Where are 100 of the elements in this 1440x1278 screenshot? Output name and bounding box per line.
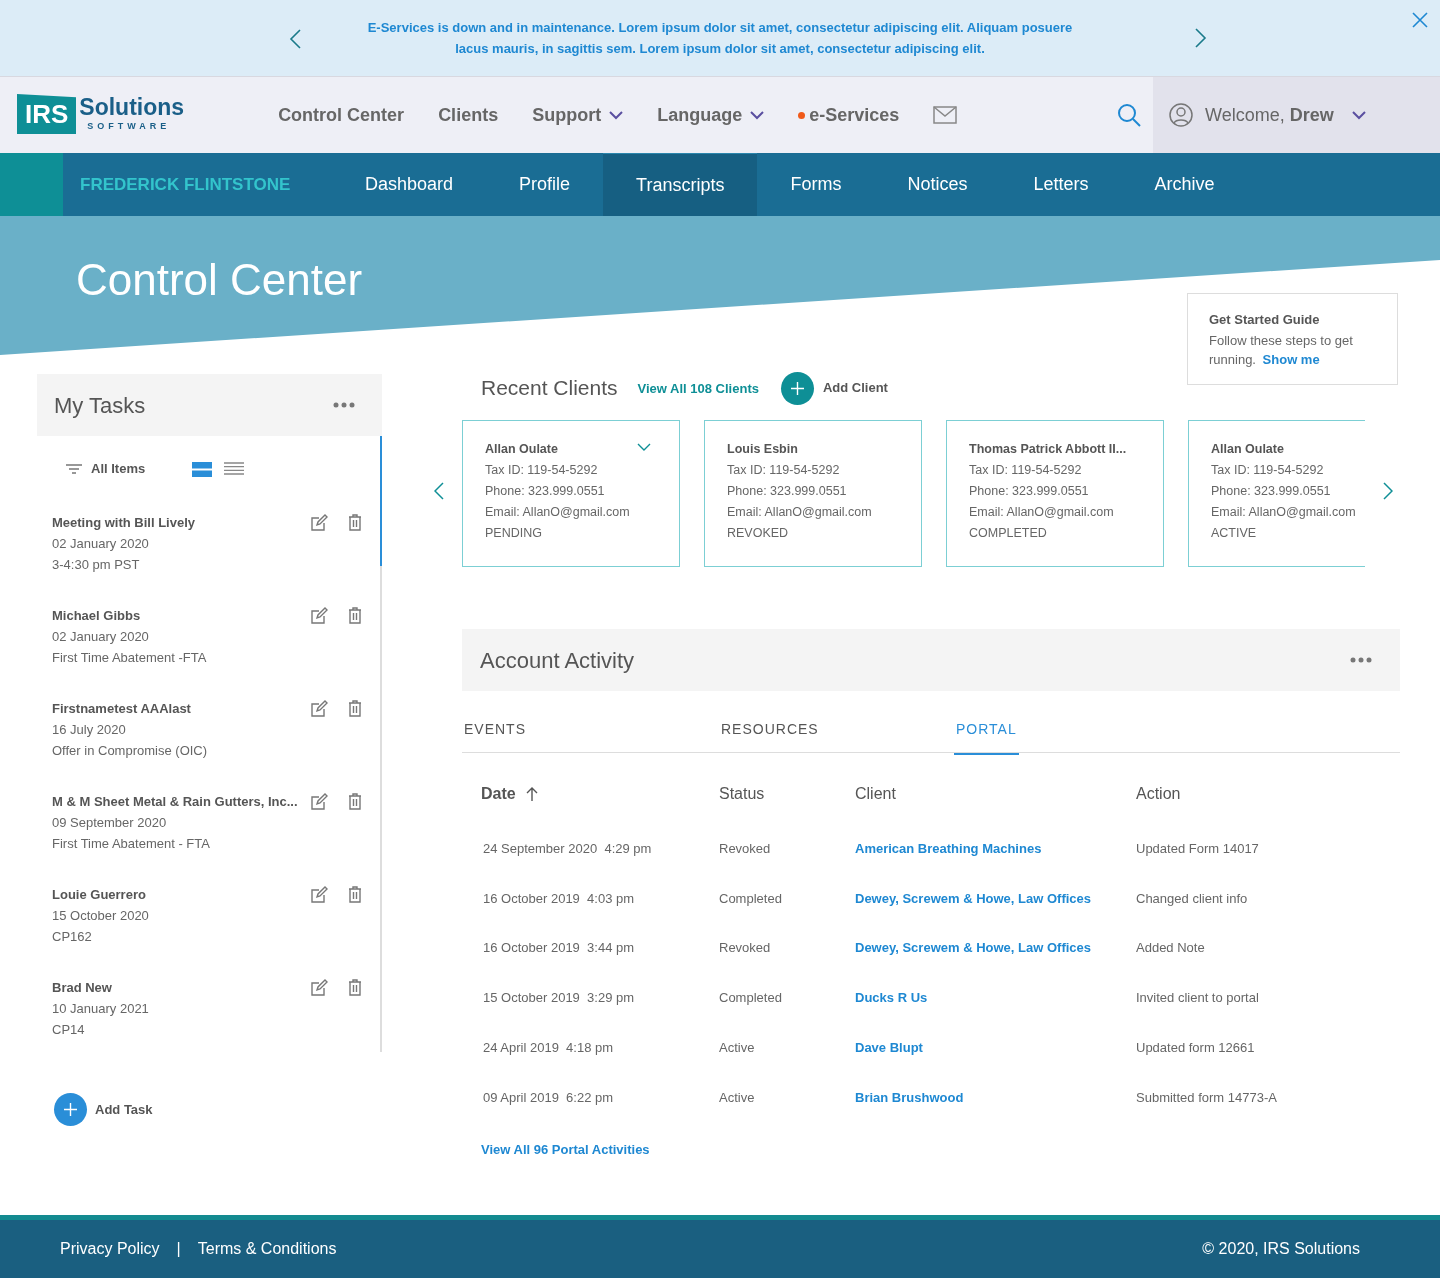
- chevron-left-icon[interactable]: [289, 29, 301, 49]
- table-cell-text: Completed: [719, 989, 783, 1008]
- menu-item[interactable]: Clients: [438, 101, 499, 129]
- table-cell-text: Invited client to portal: [1136, 989, 1260, 1008]
- table-cell-text: 15 October 2019 3:29 pm: [482, 989, 636, 1008]
- nav-tab[interactable]: Forms: [757, 153, 875, 216]
- client-link[interactable]: Dewey, Screwem & Howe, Law Offices: [855, 938, 1136, 958]
- menu-item[interactable]: Control Center: [278, 101, 405, 129]
- client-phone: Phone: 323.999.0551: [969, 483, 1089, 500]
- chevron-down-icon: [609, 110, 624, 120]
- view-all-activities-link[interactable]: View All 96 Portal Activities: [481, 1140, 1400, 1160]
- footer-link[interactable]: Privacy Policy: [60, 1237, 160, 1261]
- page-title: Control Center: [76, 254, 363, 306]
- activity-tab[interactable]: RESOURCES: [719, 719, 821, 755]
- edit-icon[interactable]: [310, 700, 328, 718]
- table-cell-text: 24 September 2020 4:29 pm: [482, 840, 653, 859]
- column-header[interactable]: Date: [481, 782, 516, 806]
- client-card[interactable]: Allan Oulate Tax ID: 119-54-5292 Phone: 323.999.0551 Email: AllanO@gmail.com ACTIVE: [1188, 420, 1365, 567]
- tasks-title: My Tasks: [54, 391, 146, 420]
- table-cell-text: 09 April 2019 6:22 pm: [482, 1088, 615, 1107]
- mail-icon[interactable]: [933, 106, 958, 124]
- task-title: Meeting with Bill Lively: [52, 514, 197, 532]
- trash-icon[interactable]: [348, 514, 362, 531]
- recent-clients-title: Recent Clients: [481, 375, 618, 402]
- guide-title: Get Started Guide: [1209, 311, 1321, 329]
- client-link[interactable]: Brian Brushwood: [855, 1087, 1136, 1108]
- search-icon[interactable]: [1117, 103, 1141, 127]
- nav-tab[interactable]: Profile: [486, 153, 604, 216]
- task-title: Michael Gibbs: [52, 607, 142, 625]
- trash-icon[interactable]: [348, 607, 362, 624]
- edit-icon[interactable]: [310, 793, 328, 811]
- trash-icon[interactable]: [348, 793, 362, 810]
- activity-tab[interactable]: EVENTS: [462, 719, 528, 755]
- nav-tab[interactable]: Transcripts: [603, 153, 758, 216]
- nav-tab[interactable]: Archive: [1121, 153, 1248, 216]
- client-name: Allan Oulate: [485, 441, 558, 458]
- menu-item[interactable]: Language: [657, 101, 765, 129]
- show-me-link[interactable]: Show me: [1262, 351, 1320, 367]
- more-icon[interactable]: [1350, 657, 1372, 663]
- chevron-left-icon[interactable]: [434, 482, 444, 500]
- edit-icon[interactable]: [310, 514, 328, 532]
- client-name: FREDERICK FLINTSTONE: [80, 173, 292, 196]
- card-view-icon[interactable]: [192, 461, 213, 477]
- nav-tab[interactable]: Letters: [1000, 153, 1122, 216]
- user-menu[interactable]: Welcome, Drew: [1153, 77, 1440, 153]
- chevron-right-icon[interactable]: [1195, 28, 1207, 48]
- client-status: ACTIVE: [1211, 525, 1257, 542]
- table-cell-text: Updated form 12661: [1136, 1038, 1256, 1057]
- footer-link[interactable]: Terms & Conditions: [197, 1237, 337, 1261]
- client-card[interactable]: Louis Esbin Tax ID: 119-54-5292 Phone: 323.999.0551 Email: AllanO@gmail.com REVOKED: [704, 420, 922, 567]
- menu-item[interactable]: Support: [532, 101, 624, 129]
- trash-icon[interactable]: [348, 886, 362, 903]
- task-note: Offer in Compromise (OIC): [52, 742, 209, 760]
- client-status: REVOKED: [727, 525, 789, 542]
- edit-icon[interactable]: [310, 979, 328, 997]
- filter-icon: [66, 464, 82, 474]
- table-cell-text: Active: [719, 1088, 756, 1107]
- menu-item[interactable]: e-Services: [798, 101, 900, 129]
- client-card[interactable]: Allan Oulate Tax ID: 119-54-5292 Phone: 323.999.0551 Email: AllanO@gmail.com PENDING: [462, 420, 680, 567]
- table-cell-text: Updated Form 14017: [1136, 840, 1260, 859]
- user-icon: [1169, 103, 1193, 127]
- edit-icon[interactable]: [310, 886, 328, 904]
- client-link[interactable]: Ducks R Us: [855, 988, 1136, 1008]
- client-name: Louis Esbin: [727, 441, 798, 458]
- task-date: 15 October 2020: [52, 907, 150, 925]
- client-tax-id: Tax ID: 119-54-5292: [1211, 462, 1324, 479]
- add-client-button[interactable]: Add Client: [780, 371, 888, 405]
- table-cell-text: Revoked: [719, 840, 772, 859]
- chevron-right-icon[interactable]: [1383, 482, 1393, 500]
- task-date: 16 July 2020: [52, 721, 127, 739]
- chevron-down-icon[interactable]: [637, 443, 651, 451]
- trash-icon[interactable]: [348, 700, 362, 717]
- copyright: © 2020, IRS Solutions: [1202, 1239, 1360, 1259]
- nav-tab[interactable]: Dashboard: [332, 153, 487, 216]
- task-title: M & M Sheet Metal & Rain Gutters, Inc...: [52, 793, 299, 811]
- column-header: Client: [855, 784, 896, 804]
- client-link[interactable]: Dave Blupt: [855, 1037, 1136, 1058]
- column-header: Action: [1136, 784, 1181, 804]
- client-name: Thomas Patrick Abbott II...: [969, 441, 1127, 458]
- nav-tab[interactable]: Notices: [874, 153, 1001, 216]
- client-phone: Phone: 323.999.0551: [485, 483, 605, 500]
- sort-up-icon[interactable]: [525, 787, 538, 801]
- filter-button[interactable]: All Items: [66, 459, 146, 479]
- client-card[interactable]: Thomas Patrick Abbott II... Tax ID: 119-54-5292 Phone: 323.999.0551 Email: AllanO@gmail.com COMPLETED: [946, 420, 1164, 567]
- table-cell-text: Submitted form 14773-A: [1136, 1088, 1278, 1107]
- trash-icon[interactable]: [348, 979, 362, 996]
- close-icon[interactable]: [1412, 12, 1428, 28]
- plus-icon: [780, 371, 814, 405]
- edit-icon[interactable]: [310, 607, 328, 625]
- chevron-down-icon: [750, 110, 765, 120]
- table-cell-text: Changed client info: [1136, 889, 1249, 908]
- more-icon[interactable]: [333, 402, 355, 408]
- activity-tab[interactable]: PORTAL: [954, 719, 1019, 755]
- task-title: Louie Guerrero: [52, 886, 147, 904]
- client-phone: Phone: 323.999.0551: [1211, 483, 1331, 500]
- view-all-clients-link[interactable]: View All 108 Clients: [637, 379, 759, 399]
- client-link[interactable]: Dewey, Screwem & Howe, Law Offices: [855, 888, 1136, 909]
- list-view-icon[interactable]: [224, 461, 245, 475]
- add-task-button[interactable]: Add Task: [54, 1093, 153, 1126]
- client-link[interactable]: American Breathing Machines: [855, 839, 1136, 859]
